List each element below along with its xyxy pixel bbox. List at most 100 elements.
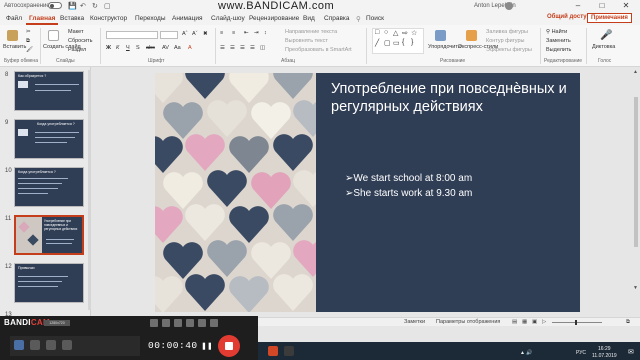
tab-slideshow[interactable]: Слайд-шоу <box>211 15 245 22</box>
game-mode-icon[interactable] <box>30 340 40 350</box>
font-name-field[interactable] <box>106 31 158 39</box>
tab-home[interactable]: Главная <box>26 14 59 25</box>
reading-view-icon[interactable]: ▣ <box>532 319 537 325</box>
tab-insert[interactable]: Вставка <box>60 15 84 22</box>
increase-indent-icon[interactable]: ⇥ <box>254 30 259 36</box>
smartart-button[interactable]: Преобразовать в SmartArt <box>285 47 352 53</box>
tray-icons[interactable]: ▲ 🔊 <box>520 350 533 356</box>
tab-design[interactable]: Конструктор <box>90 15 127 22</box>
slide-thumbnail-selected[interactable]: Употребление при повседневных и регулярн… <box>14 215 84 255</box>
audio-icon[interactable] <box>62 340 72 350</box>
stop-recording-button[interactable] <box>218 335 240 357</box>
quick-styles-icon[interactable] <box>466 30 477 41</box>
notes-button[interactable]: Заметки <box>404 319 425 325</box>
slide[interactable]: Употребление при повседнѐвных и регулярн… <box>155 73 580 312</box>
slide-scrollbar[interactable]: ▲ ▼ <box>632 67 640 317</box>
align-text-button[interactable]: Выровнять текст <box>285 38 328 44</box>
close-icon[interactable]: ✕ <box>620 1 632 10</box>
shape-rounded-icon[interactable]: ▢ <box>384 39 391 47</box>
redo-icon[interactable]: ↻ <box>92 2 98 10</box>
shape-star-icon[interactable]: ☆ <box>411 29 417 37</box>
microphone-icon[interactable]: 🎤 <box>600 30 612 41</box>
zoom-slider[interactable] <box>552 322 602 323</box>
cut-icon[interactable]: ✂ <box>26 29 31 35</box>
thumbnails-scrollbar[interactable] <box>88 70 91 310</box>
slide-thumbnail[interactable]: Когда употребляется ? <box>14 119 84 159</box>
italic-icon[interactable]: К <box>116 45 119 51</box>
pause-icon[interactable]: ❚❚ <box>201 342 213 350</box>
device-mode-icon[interactable] <box>46 340 56 350</box>
paste-button[interactable]: Вставить <box>3 44 26 50</box>
find-button[interactable]: ⚲ Найти <box>546 29 567 35</box>
home-icon[interactable] <box>14 340 24 350</box>
line-spacing-icon[interactable]: ↕ <box>264 30 267 36</box>
decrease-font-icon[interactable]: Aˇ <box>192 31 198 37</box>
undo-icon[interactable]: ↶ <box>80 2 86 10</box>
tab-transitions[interactable]: Переходы <box>135 15 166 22</box>
bullets-icon[interactable]: ≡ <box>220 30 223 36</box>
char-spacing-icon[interactable]: AV <box>162 45 169 51</box>
screenshot-icon[interactable] <box>186 319 194 327</box>
align-center-icon[interactable]: ☰ <box>230 45 235 51</box>
reset-button[interactable]: Сбросить <box>68 38 92 44</box>
select-button[interactable]: Выделить <box>546 47 571 53</box>
section-button[interactable]: Раздел <box>68 47 86 53</box>
tab-view[interactable]: Вид <box>303 15 315 22</box>
normal-view-icon[interactable]: ▤ <box>512 319 517 325</box>
shape-arrow-icon[interactable]: ⇨ <box>402 29 408 37</box>
format-painter-icon[interactable]: 🖌 <box>26 47 33 53</box>
shape-triangle-icon[interactable]: △ <box>393 29 398 37</box>
decrease-indent-icon[interactable]: ⇤ <box>244 30 249 36</box>
slide-thumbnail[interactable]: Привычки <box>14 263 84 303</box>
tab-file[interactable]: Файл <box>6 15 22 22</box>
tab-review[interactable]: Рецензирование <box>249 15 299 22</box>
change-case-icon[interactable]: Aa <box>174 45 181 51</box>
replace-button[interactable]: Заменить <box>546 38 571 44</box>
shape-circle-icon[interactable]: ○ <box>384 29 388 36</box>
minimize-icon[interactable]: – <box>572 1 584 10</box>
copy-icon[interactable]: ⧉ <box>26 38 30 45</box>
avatar[interactable] <box>505 2 513 10</box>
shape-brace-icon[interactable]: { <box>402 39 404 46</box>
justify-icon[interactable]: ☰ <box>250 45 255 51</box>
language-indicator[interactable]: РУС <box>576 350 586 356</box>
scroll-up-icon[interactable]: ▲ <box>633 69 638 75</box>
shape-brace-close-icon[interactable]: } <box>411 39 413 46</box>
sorter-view-icon[interactable]: ▦ <box>522 319 527 325</box>
tab-help[interactable]: Справка <box>324 15 350 22</box>
share-button[interactable]: Общий доступ <box>547 14 590 20</box>
slideshow-view-icon[interactable]: ▷ <box>542 319 546 325</box>
search-icon[interactable]: ⚲ <box>356 15 361 23</box>
text-direction-button[interactable]: Направление текста <box>285 29 337 35</box>
scroll-thumb[interactable] <box>634 97 638 247</box>
rectangle-mode-icon[interactable] <box>150 319 158 327</box>
columns-icon[interactable]: ◫ <box>260 45 265 51</box>
clock-time[interactable]: 16:29 <box>598 346 611 352</box>
clock-date[interactable]: 11.07.2019 <box>592 353 617 359</box>
slide-bullet-list[interactable]: ➢We start school at 8:00 am ➢She starts … <box>345 171 472 201</box>
help-icon[interactable] <box>210 319 218 327</box>
tab-search[interactable]: Поиск <box>366 15 384 22</box>
slideshow-start-icon[interactable]: ▢ <box>104 2 111 10</box>
shape-fill-button[interactable]: Заливка фигуры <box>486 29 528 35</box>
powerpoint-taskbar-icon[interactable] <box>268 346 278 356</box>
settings-icon[interactable] <box>198 319 206 327</box>
comments-button[interactable]: Примечания <box>587 13 632 23</box>
underline-icon[interactable]: Ч <box>126 45 130 51</box>
new-slide-icon[interactable] <box>48 30 59 41</box>
tab-animations[interactable]: Анимация <box>172 15 203 22</box>
slide-thumbnail[interactable]: Как образуется ? <box>14 71 84 111</box>
notifications-icon[interactable]: ✉ <box>628 348 634 356</box>
folder-icon[interactable] <box>174 319 182 327</box>
clear-format-icon[interactable]: ✖ <box>203 31 208 37</box>
shapes-gallery[interactable]: □ ○ △ ⇨ ☆ ╱ ▢ ▭ { } <box>372 28 424 54</box>
slide-thumbnail[interactable]: Когда употребляется ? <box>14 167 84 207</box>
display-settings-button[interactable]: Параметры отображения <box>436 319 500 325</box>
webcam-icon[interactable] <box>162 319 170 327</box>
shadow-icon[interactable]: S <box>136 45 140 51</box>
autosave-toggle[interactable] <box>48 2 62 9</box>
shape-outline-button[interactable]: Контур фигуры <box>486 38 524 44</box>
layout-button[interactable]: Макет <box>68 29 84 35</box>
maximize-icon[interactable]: □ <box>596 1 608 10</box>
numbering-icon[interactable]: ≡ <box>232 30 235 36</box>
